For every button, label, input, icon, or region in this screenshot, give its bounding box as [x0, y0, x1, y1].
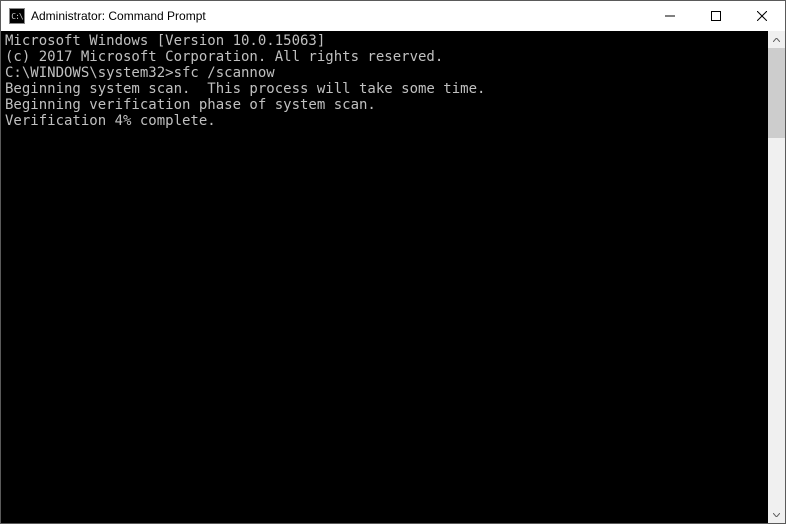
cmd-icon-text: C:\ [11, 12, 22, 21]
command-text: sfc /scannow [174, 65, 275, 81]
maximize-button[interactable] [693, 1, 739, 31]
client-area: Microsoft Windows [Version 10.0.15063](c… [1, 31, 785, 523]
command-prompt-window: C:\ Administrator: Command Prompt [0, 0, 786, 524]
scroll-down-button[interactable] [768, 506, 785, 523]
chevron-up-icon [773, 38, 780, 42]
scroll-up-button[interactable] [768, 31, 785, 48]
close-icon [757, 11, 767, 21]
window-title: Administrator: Command Prompt [31, 9, 647, 23]
scroll-thumb[interactable] [768, 48, 785, 138]
scroll-track[interactable] [768, 48, 785, 506]
terminal-output[interactable]: Microsoft Windows [Version 10.0.15063](c… [1, 31, 768, 523]
close-button[interactable] [739, 1, 785, 31]
cmd-icon: C:\ [9, 8, 25, 24]
prompt-line: C:\WINDOWS\system32>sfc /scannow [5, 65, 768, 81]
chevron-down-icon [773, 513, 780, 517]
output-line: Beginning system scan. This process will… [5, 81, 768, 97]
output-line: Verification 4% complete. [5, 113, 768, 129]
maximize-icon [711, 11, 721, 21]
prompt-text: C:\WINDOWS\system32> [5, 65, 174, 81]
window-controls [647, 1, 785, 31]
output-line: Microsoft Windows [Version 10.0.15063] [5, 33, 768, 49]
vertical-scrollbar[interactable] [768, 31, 785, 523]
minimize-icon [665, 11, 675, 21]
minimize-button[interactable] [647, 1, 693, 31]
titlebar[interactable]: C:\ Administrator: Command Prompt [1, 1, 785, 31]
output-line: (c) 2017 Microsoft Corporation. All righ… [5, 49, 768, 65]
output-line: Beginning verification phase of system s… [5, 97, 768, 113]
